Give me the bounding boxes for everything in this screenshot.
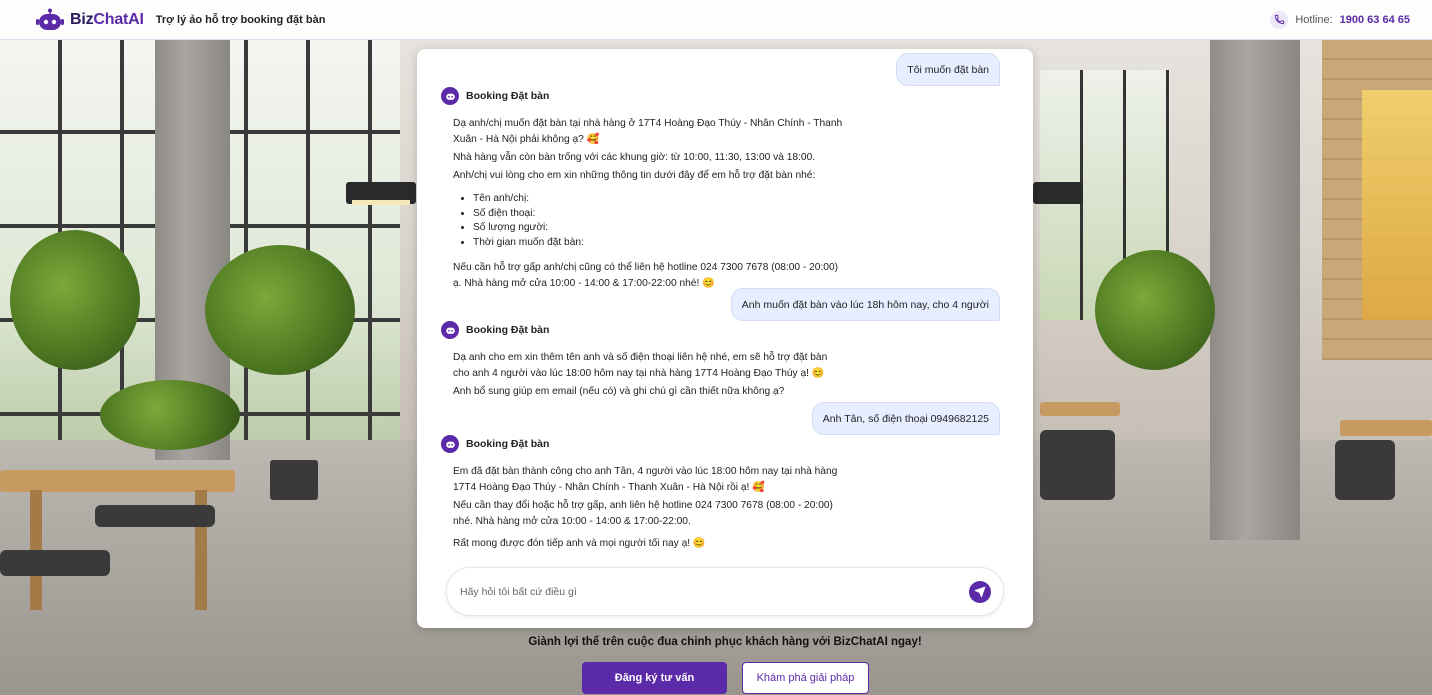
message-paragraph: Dạ anh/chị muốn đặt bàn tại nhà hàng ở 1… — [453, 118, 843, 145]
message-paragraph: Rất mong được đón tiếp anh và mọi người … — [453, 538, 706, 549]
register-consult-button[interactable]: Đăng ký tư vấn — [582, 662, 727, 694]
hotline-number: 1900 63 64 65 — [1339, 13, 1410, 26]
list-item: Số lượng người: — [473, 221, 843, 236]
send-icon — [974, 586, 986, 597]
header-tagline: Trợ lý ảo hỗ trợ booking đặt bàn — [155, 13, 326, 26]
message-paragraph: Em đã đặt bàn thành công cho anh Tân, 4 … — [453, 466, 838, 493]
bot-avatar-icon — [441, 87, 459, 105]
brand-logo[interactable]: BizChatAI — [36, 8, 144, 32]
bot-message: Em đã đặt bàn thành công cho anh Tân, 4 … — [453, 464, 843, 554]
explore-solutions-button[interactable]: Khám phá giải pháp — [742, 662, 869, 694]
list-item: Thời gian muốn đặt bàn: — [473, 236, 843, 251]
hotline-label: Hotline: — [1295, 13, 1333, 26]
message-list: Tôi muốn đặt bàn Booking Đặt bàn Dạ anh/… — [417, 49, 1033, 558]
list-item: Tên anh/chị: — [473, 192, 843, 207]
bot-header: Booking Đặt bàn — [441, 435, 549, 453]
bot-header: Booking Đặt bàn — [441, 87, 549, 105]
bot-name: Booking Đặt bàn — [466, 90, 550, 102]
info-list: Tên anh/chị: Số điện thoại: Số lượng ngư… — [473, 192, 843, 250]
send-button[interactable] — [969, 580, 991, 603]
bot-message: Dạ anh cho em xin thêm tên anh và số điệ… — [453, 350, 843, 402]
message-paragraph: Nhà hàng vẫn còn bàn trống với các khung… — [453, 152, 816, 163]
robot-logo-icon — [36, 8, 64, 32]
bot-avatar-icon — [441, 435, 459, 453]
message-paragraph: Anh bổ sung giúp em email (nếu có) và gh… — [453, 386, 785, 397]
user-message: Tôi muốn đặt bàn — [896, 53, 1000, 86]
user-message: Anh muốn đặt bàn vào lúc 18h hôm nay, ch… — [730, 288, 1000, 321]
chat-input[interactable] — [460, 585, 969, 598]
user-message: Anh Tân, số điện thoại 0949682125 — [811, 402, 1000, 435]
message-paragraph: Nếu cần thay đổi hoặc hỗ trợ gấp, anh li… — [453, 500, 833, 527]
bot-header: Booking Đặt bàn — [441, 321, 549, 339]
chat-input-bar — [446, 567, 1004, 616]
cta-headline: Giành lợi thế trên cuộc đua chinh phục k… — [528, 636, 922, 648]
phone-icon — [1270, 10, 1289, 29]
hotline[interactable]: Hotline: 1900 63 64 65 — [1270, 10, 1410, 29]
bot-name: Booking Đặt bàn — [466, 324, 550, 336]
message-paragraph: Dạ anh cho em xin thêm tên anh và số điệ… — [453, 352, 828, 379]
bot-message: Dạ anh/chị muốn đặt bàn tại nhà hàng ở 1… — [453, 116, 843, 294]
bot-name: Booking Đặt bàn — [466, 438, 550, 450]
message-paragraph: Anh/chị vui lòng cho em xin những thông … — [453, 170, 816, 181]
list-item: Số điện thoại: — [473, 207, 843, 222]
top-header: BizChatAI Trợ lý ảo hỗ trợ booking đặt b… — [0, 0, 1432, 40]
cta-buttons: Đăng ký tư vấn Khám phá giải pháp — [582, 662, 869, 694]
brand-name: BizChatAI — [70, 10, 144, 28]
chat-panel: Tôi muốn đặt bàn Booking Đặt bàn Dạ anh/… — [417, 49, 1033, 628]
bot-avatar-icon — [441, 321, 459, 339]
